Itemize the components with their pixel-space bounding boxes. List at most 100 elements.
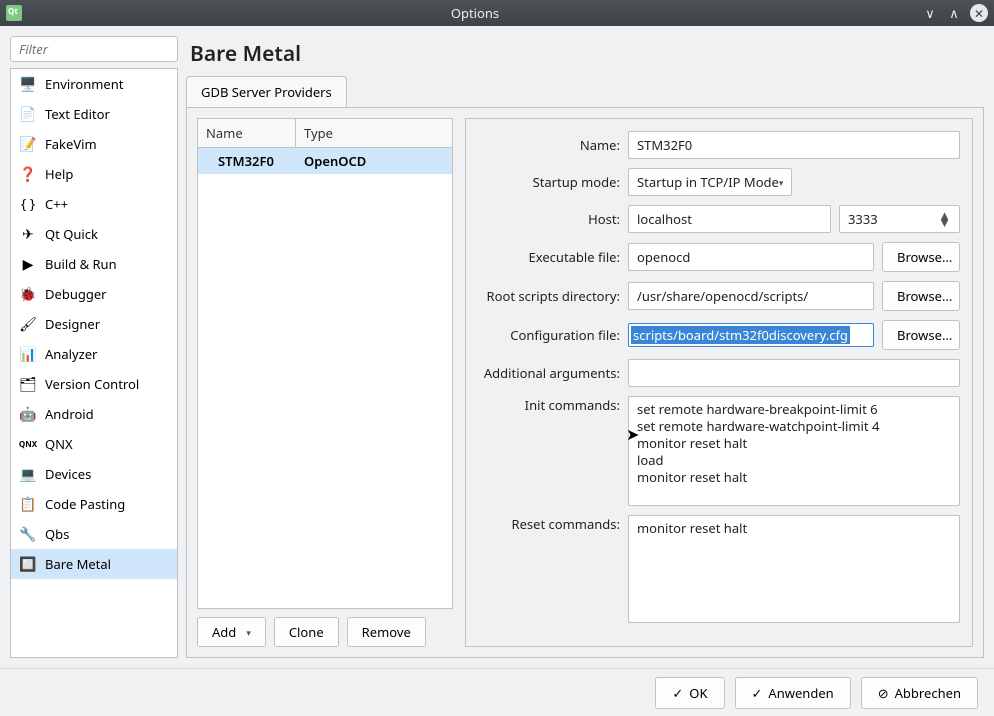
help-icon: ❓ (19, 165, 37, 183)
sidebar: 🖥️Environment 📄Text Editor 📝FakeVim ❓ Hel… (10, 36, 178, 658)
sidebar-item-label: Build & Run (45, 255, 117, 273)
sidebar-item-debugger[interactable]: 🐞 Debugger (11, 279, 177, 309)
table-header-type[interactable]: Type (296, 119, 452, 147)
table-header-name[interactable]: Name (198, 119, 296, 147)
sidebar-item-label: Qt Quick (45, 225, 98, 243)
apply-button[interactable]: ✓ Anwenden (735, 677, 851, 709)
play-icon: ▶ (19, 255, 37, 273)
additional-args-input[interactable] (628, 359, 960, 387)
sidebar-item-codepasting[interactable]: 📋Code Pasting (11, 489, 177, 519)
init-commands-textarea[interactable]: set remote hardware-breakpoint-limit 6 s… (628, 396, 960, 506)
bug-icon: 🐞 (19, 285, 37, 303)
config-file-value: scripts/board/stm32f0discovery.cfg (631, 326, 850, 344)
sidebar-item-label: C++ (45, 195, 68, 213)
sidebar-item-environment[interactable]: 🖥️Environment (11, 69, 177, 99)
sidebar-item-qnx[interactable]: QNX QNX (11, 429, 177, 459)
sidebar-item-vcs[interactable]: 🗂 Version Control (11, 369, 177, 399)
minimize-icon[interactable]: ∨ (922, 5, 938, 21)
providers-table: Name Type STM32F0 OpenOCD (197, 118, 453, 609)
sidebar-item-label: Version Control (45, 375, 139, 393)
document-icon: 📄 (19, 105, 37, 123)
sidebar-item-designer[interactable]: 🖌 Designer (11, 309, 177, 339)
browse-config-button[interactable]: Browse... (882, 320, 960, 350)
monitor-icon: 🖥️ (19, 75, 37, 93)
label-reset-commands: Reset commands: (470, 515, 620, 533)
chart-icon: 📊 (19, 345, 37, 363)
sidebar-item-android[interactable]: 🤖 Android (11, 399, 177, 429)
sidebar-item-analyzer[interactable]: 📊 Analyzer (11, 339, 177, 369)
sidebar-item-text-editor[interactable]: 📄Text Editor (11, 99, 177, 129)
table-cell-type: OpenOCD (296, 148, 374, 174)
cancel-icon: ⊘ (878, 684, 889, 702)
provider-form: Name: Startup mode: Startup in TCP/IP Mo… (465, 118, 973, 647)
reset-commands-textarea[interactable]: monitor reset halt (628, 515, 960, 623)
clone-button[interactable]: Clone (274, 617, 339, 647)
sidebar-item-label: Bare Metal (45, 555, 111, 573)
port-stepper[interactable]: 3333 ▲▼ (839, 205, 960, 233)
sidebar-item-label: Help (45, 165, 73, 183)
name-input[interactable] (628, 131, 960, 159)
devices-icon: 💻 (19, 465, 37, 483)
plane-icon: ✈ (19, 225, 37, 243)
tab-gdb-providers[interactable]: GDB Server Providers (186, 76, 347, 107)
cancel-button[interactable]: ⊘ Abbrechen (861, 677, 978, 709)
sidebar-item-label: Devices (45, 465, 91, 483)
sidebar-item-label: Analyzer (45, 345, 97, 363)
folder-icon: 🗂 (19, 375, 37, 393)
label-startup-mode: Startup mode: (470, 173, 620, 191)
sidebar-item-label: Designer (45, 315, 100, 333)
browse-root-button[interactable]: Browse... (882, 281, 960, 311)
sidebar-item-devices[interactable]: 💻 Devices (11, 459, 177, 489)
dialog-button-bar: ✓ OK ✓ Anwenden ⊘ Abbrechen (0, 668, 994, 716)
sidebar-item-label: FakeVim (45, 135, 97, 153)
startup-mode-select[interactable]: Startup in TCP/IP Mode ▾ (628, 168, 792, 196)
brush-icon: 🖌 (19, 315, 37, 333)
sidebar-item-baremetal[interactable]: 🔲 Bare Metal (11, 549, 177, 579)
table-row[interactable]: STM32F0 OpenOCD (198, 148, 452, 174)
port-value: 3333 (848, 210, 878, 228)
sidebar-item-help[interactable]: ❓ Help (11, 159, 177, 189)
browse-executable-button[interactable]: Browse... (882, 242, 960, 272)
host-input[interactable] (628, 205, 831, 233)
button-label: Anwenden (768, 684, 833, 702)
sidebar-item-cpp[interactable]: { } C++ (11, 189, 177, 219)
sidebar-item-label: Android (45, 405, 94, 423)
category-list: 🖥️Environment 📄Text Editor 📝FakeVim ❓ Hel… (10, 68, 178, 658)
button-label: Abbrechen (895, 684, 961, 702)
sidebar-item-label: Code Pasting (45, 495, 125, 513)
executable-input[interactable] (628, 243, 874, 271)
close-icon[interactable]: ✕ (970, 4, 988, 22)
android-icon: 🤖 (19, 405, 37, 423)
sidebar-item-qbs[interactable]: 🔧Qbs (11, 519, 177, 549)
label-additional-args: Additional arguments: (470, 364, 620, 382)
maximize-icon[interactable]: ∧ (946, 5, 962, 21)
ok-button[interactable]: ✓ OK (655, 677, 724, 709)
sidebar-item-buildrun[interactable]: ▶ Build & Run (11, 249, 177, 279)
check-icon: ✓ (672, 684, 683, 702)
window-title: Options (28, 4, 922, 22)
label-init-commands: Init commands: (470, 396, 620, 414)
config-file-input[interactable]: scripts/board/stm32f0discovery.cfg (628, 323, 874, 347)
sidebar-item-label: QNX (45, 435, 73, 453)
button-label: OK (689, 684, 707, 702)
label-host: Host: (470, 210, 620, 228)
qnx-icon: QNX (19, 435, 37, 453)
app-icon (6, 5, 22, 21)
title-bar: Options ∨ ∧ ✕ (0, 0, 994, 26)
sidebar-item-label: Debugger (45, 285, 107, 303)
filter-input[interactable] (10, 36, 178, 62)
sidebar-item-fakevim[interactable]: 📝FakeVim (11, 129, 177, 159)
braces-icon: { } (19, 195, 37, 213)
sidebar-item-qtquick[interactable]: ✈ Qt Quick (11, 219, 177, 249)
chip-icon: 🔲 (19, 555, 37, 573)
add-button[interactable]: Add▾ (197, 617, 266, 647)
root-scripts-input[interactable] (628, 282, 874, 310)
label-root-scripts: Root scripts directory: (470, 287, 620, 305)
remove-button[interactable]: Remove (347, 617, 426, 647)
select-value: Startup in TCP/IP Mode (637, 173, 779, 191)
sidebar-item-label: Qbs (45, 525, 69, 543)
label-executable: Executable file: (470, 248, 620, 266)
check-icon: ✓ (752, 684, 763, 702)
chevron-down-icon: ▾ (779, 176, 784, 189)
stepper-arrows-icon: ▲▼ (938, 212, 951, 226)
